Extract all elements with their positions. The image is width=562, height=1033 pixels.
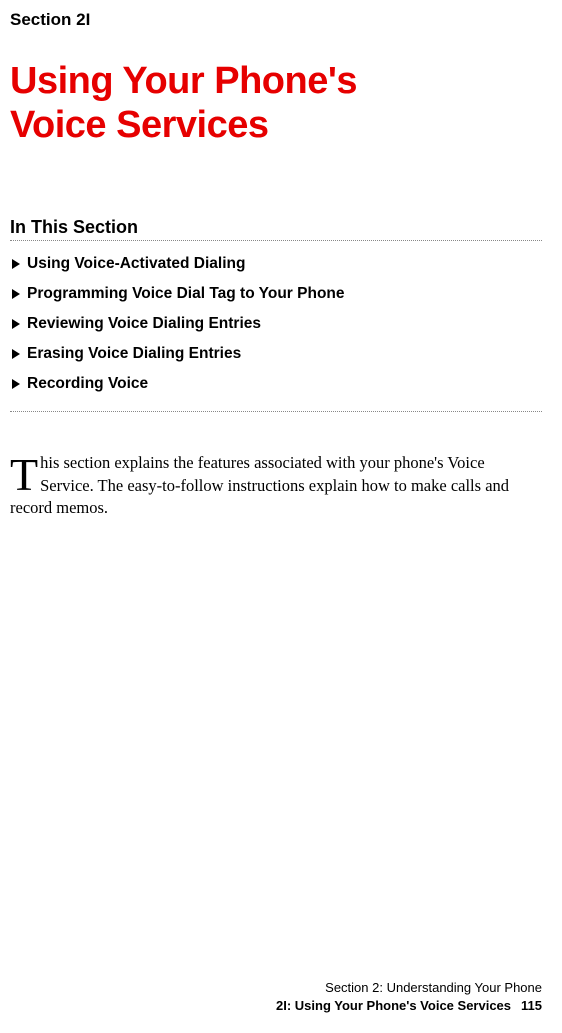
toc-item-label: Erasing Voice Dialing Entries: [27, 345, 241, 363]
triangle-bullet-icon: [12, 349, 20, 359]
divider-top: [10, 240, 542, 241]
section-label: Section 2I: [10, 10, 542, 30]
page-title: Using Your Phone's Voice Services: [10, 60, 542, 147]
triangle-bullet-icon: [12, 259, 20, 269]
toc-item: Using Voice-Activated Dialing: [12, 255, 542, 273]
title-line-1: Using Your Phone's: [10, 60, 357, 102]
toc-list: Using Voice-Activated Dialing Programmin…: [10, 255, 542, 393]
triangle-bullet-icon: [12, 289, 20, 299]
triangle-bullet-icon: [12, 319, 20, 329]
title-line-2: Voice Services: [10, 104, 268, 146]
toc-item-label: Using Voice-Activated Dialing: [27, 255, 245, 273]
toc-item: Erasing Voice Dialing Entries: [12, 345, 542, 363]
toc-item: Recording Voice: [12, 375, 542, 393]
toc-item: Programming Voice Dial Tag to Your Phone: [12, 285, 542, 303]
toc-item: Reviewing Voice Dialing Entries: [12, 315, 542, 333]
divider-bottom: [10, 411, 542, 412]
drop-cap: T: [10, 455, 38, 494]
page-number: 115: [521, 998, 542, 1013]
footer-subsection: 2I: Using Your Phone's Voice Services: [276, 998, 511, 1013]
footer-page-label: 2I: Using Your Phone's Voice Services 115: [276, 997, 542, 1015]
triangle-bullet-icon: [12, 379, 20, 389]
footer-section-path: Section 2: Understanding Your Phone: [276, 979, 542, 997]
body-text: his section explains the features associ…: [10, 453, 509, 517]
subheading: In This Section: [10, 217, 542, 238]
page-footer: Section 2: Understanding Your Phone 2I: …: [276, 979, 542, 1015]
toc-item-label: Programming Voice Dial Tag to Your Phone: [27, 285, 345, 303]
toc-item-label: Recording Voice: [27, 375, 148, 393]
body-paragraph: This section explains the features assoc…: [10, 452, 542, 519]
toc-item-label: Reviewing Voice Dialing Entries: [27, 315, 261, 333]
